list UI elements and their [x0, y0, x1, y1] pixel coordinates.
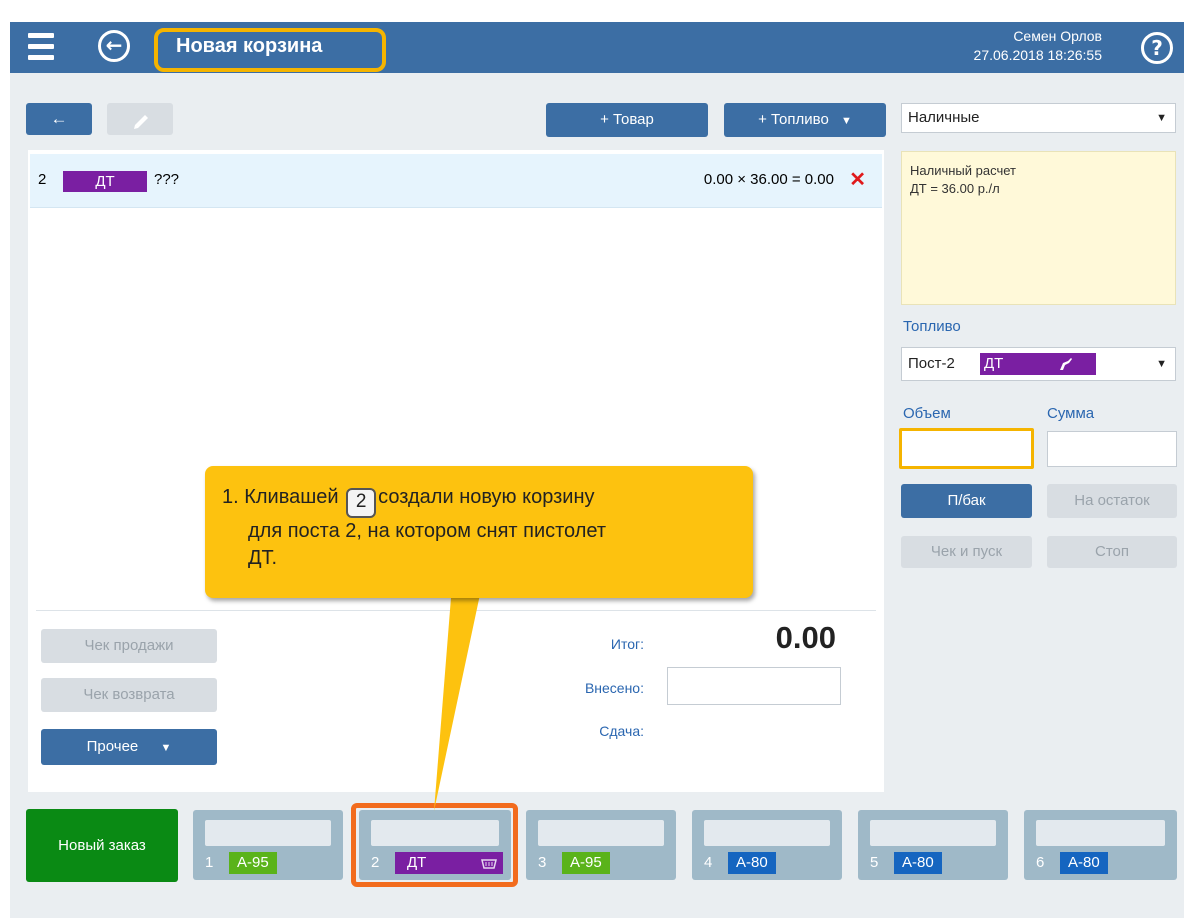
sum-input[interactable]	[1047, 431, 1177, 467]
post-fuel-tag: А-95	[229, 852, 277, 874]
post-tile-1[interactable]: 1 А-95	[193, 810, 343, 880]
user-name: Семен Орлов	[1013, 28, 1102, 44]
callout-line1-end: создали новую корзину	[378, 486, 595, 508]
post-tile-3[interactable]: 3 А-95	[526, 810, 676, 880]
post-number: 2	[371, 854, 380, 871]
volume-input[interactable]	[899, 428, 1034, 469]
fuel-post-tag: ДТ	[980, 353, 1096, 375]
full-tank-button[interactable]: П/бак	[901, 484, 1032, 518]
post-number: 3	[538, 854, 547, 871]
stop-button[interactable]: Стоп	[1047, 536, 1177, 568]
payment-method-value: Наличные	[908, 109, 980, 126]
callout-line2: для поста 2, на котором снят пистолет	[248, 520, 607, 542]
current-datetime: 27.06.2018 18:26:55	[973, 47, 1102, 63]
help-icon[interactable]: ?	[1141, 32, 1173, 64]
post-number: 5	[870, 854, 879, 871]
basket-row-post: 2	[38, 171, 47, 188]
basket-row-calc: 0.00 × 36.00 = 0.00	[703, 171, 834, 188]
paid-input[interactable]	[667, 667, 841, 705]
post-tile-4[interactable]: 4 А-80	[692, 810, 842, 880]
post-tile-slot	[371, 820, 499, 846]
post-number: 4	[704, 854, 713, 871]
post-fuel-tag: ДТ	[395, 852, 503, 874]
edit-button[interactable]	[107, 103, 173, 135]
remainder-button[interactable]: На остаток	[1047, 484, 1177, 518]
add-fuel-button[interactable]: + Топливо ▼	[724, 103, 886, 137]
post-fuel-tag: А-80	[1060, 852, 1108, 874]
add-fuel-label: + Топливо	[758, 111, 829, 128]
paid-label: Внесено:	[584, 680, 644, 696]
post-tile-slot	[205, 820, 331, 846]
chevron-down-icon: ▼	[1156, 358, 1167, 370]
remove-item-icon[interactable]: ✕	[849, 167, 866, 192]
post-number: 1	[205, 854, 214, 871]
chevron-down-icon: ▼	[1156, 112, 1167, 124]
post-tile-slot	[1036, 820, 1165, 846]
back-arrow-icon[interactable]: ←	[98, 30, 130, 62]
basket-row-name: ???	[154, 171, 180, 188]
post-tile-5[interactable]: 5 А-80	[858, 810, 1008, 880]
new-order-button[interactable]: Новый заказ	[26, 809, 178, 882]
fuel-post-select[interactable]: Пост-2 ДТ ▼	[901, 347, 1176, 381]
return-receipt-button[interactable]: Чек возврата	[41, 678, 217, 712]
callout-key: 2	[346, 488, 377, 518]
change-label: Сдача:	[599, 723, 644, 739]
basket-row[interactable]: 2 ДТ ??? 0.00 × 36.00 = 0.00 ✕	[30, 154, 882, 208]
fuel-post-tag-label: ДТ	[984, 355, 1004, 372]
payment-info-line2: ДТ = 36.00 р./л	[910, 181, 1000, 196]
post-tile-6[interactable]: 6 А-80	[1024, 810, 1177, 880]
post-tile-2[interactable]: 2 ДТ	[359, 810, 511, 880]
post-fuel-tag: А-80	[894, 852, 942, 874]
chevron-down-icon: ▼	[160, 742, 172, 754]
basket-icon	[481, 859, 497, 869]
payment-method-select[interactable]: Наличные ▼	[901, 103, 1176, 133]
sum-label: Сумма	[1047, 405, 1095, 422]
basket-row-fuel-tag: ДТ	[63, 171, 147, 192]
check-and-start-button[interactable]: Чек и пуск	[901, 536, 1032, 568]
payment-info-box: Наличный расчет ДТ = 36.00 р./л	[901, 151, 1176, 305]
fuel-section-label: Топливо	[903, 318, 961, 335]
pencil-icon	[134, 115, 148, 129]
fuel-nozzle-icon	[1060, 358, 1072, 370]
total-value: 0.00	[775, 620, 836, 655]
callout-line1: 1. Кливашей 2 создали новую корзину	[222, 484, 742, 518]
post-fuel-tag: А-80	[728, 852, 776, 874]
other-button[interactable]: Прочее ▼	[41, 729, 217, 765]
callout-pointer	[434, 585, 482, 811]
callout-line3: ДТ.	[248, 547, 278, 569]
post-fuel-tag: А-95	[562, 852, 610, 874]
volume-label: Объем	[903, 405, 951, 422]
fuel-post-value: Пост-2	[908, 355, 955, 372]
hamburger-menu-icon[interactable]	[28, 33, 54, 61]
post-tile-slot	[538, 820, 664, 846]
total-label: Итог:	[610, 636, 644, 652]
other-label: Прочее	[86, 738, 139, 755]
post-tile-slot	[870, 820, 996, 846]
post-number: 6	[1036, 854, 1045, 871]
payment-info-line1: Наличный расчет	[910, 163, 1016, 178]
callout-text: 1. Кливашей 2 создали новую корзину для п…	[222, 484, 742, 572]
undo-button[interactable]: ←	[26, 103, 92, 135]
callout-line1-start: 1. Кливашей	[222, 486, 339, 508]
sale-receipt-button[interactable]: Чек продажи	[41, 629, 217, 663]
chevron-down-icon: ▼	[840, 115, 852, 127]
page-title: Новая корзина	[176, 35, 323, 57]
post-fuel-label: ДТ	[407, 854, 427, 871]
app-header: ← Новая корзина Семен Орлов 27.06.2018 1…	[10, 22, 1184, 73]
add-product-button[interactable]: + Товар	[546, 103, 708, 137]
post-tile-slot	[704, 820, 830, 846]
